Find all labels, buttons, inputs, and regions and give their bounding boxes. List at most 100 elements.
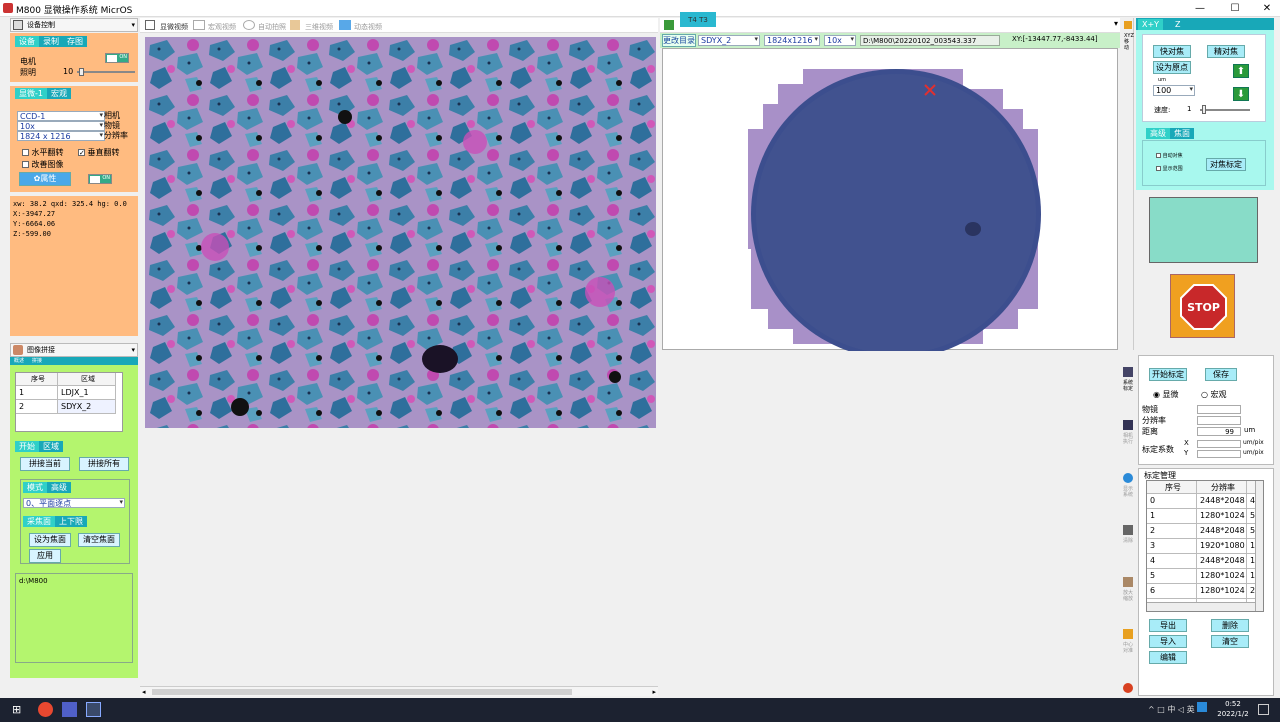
table-row-resolution[interactable]: 2448*2048 — [1197, 524, 1247, 539]
microscope-live-view[interactable] — [145, 37, 656, 428]
set-origin-button[interactable]: 设为原点 — [1153, 61, 1191, 74]
tray-app-icon[interactable] — [1197, 702, 1207, 712]
distance-field[interactable]: 99 — [1197, 427, 1241, 436]
properties-toggle[interactable]: ON — [88, 174, 112, 184]
side-item-clear[interactable]: 清除 — [1123, 538, 1133, 544]
windows-start-icon[interactable]: ⊞ — [12, 704, 24, 716]
table-row-resolution[interactable]: 2448*2048 — [1197, 554, 1247, 569]
coef-y-field[interactable] — [1197, 450, 1241, 458]
side-item-display[interactable]: 显示系统 — [1123, 486, 1133, 498]
browser-icon[interactable] — [38, 702, 53, 717]
side-item-camera-exec[interactable]: 相机执行 — [1123, 433, 1133, 445]
resolution-select[interactable]: 1824x1216 — [764, 35, 820, 46]
micros-task-icon[interactable] — [86, 702, 101, 717]
horizontal-scrollbar[interactable]: ◂ ▸ — [140, 686, 658, 696]
tab-device[interactable]: 设备 — [15, 36, 39, 47]
change-dir-button[interactable]: 更改目录 — [662, 34, 696, 47]
camera-exec-icon[interactable] — [1123, 420, 1133, 430]
table-row-region[interactable]: SDYX_2 — [58, 400, 116, 414]
side-item-center[interactable]: 中心对准 — [1123, 642, 1133, 654]
coef-x-field[interactable] — [1197, 440, 1241, 448]
toolbar-dynamic-video[interactable]: 动态视频 — [354, 22, 382, 32]
tab-mode[interactable]: 模式 — [23, 482, 47, 493]
table-row-region[interactable]: LDJX_1 — [58, 386, 116, 400]
tab-save-image[interactable]: 存图 — [63, 36, 87, 47]
overview-map[interactable] — [662, 48, 1118, 359]
auto-focus-checkbox[interactable]: 自动对焦 — [1156, 152, 1183, 159]
camera-select[interactable]: CCD-1 — [17, 111, 105, 121]
improve-image-checkbox[interactable]: 改善图像 — [22, 159, 64, 170]
delete-button[interactable]: 删除 — [1211, 619, 1249, 632]
objective-field[interactable] — [1197, 405, 1241, 414]
clear-focus-button[interactable]: 清空焦面 — [78, 533, 120, 547]
table-row-index[interactable]: 2 — [16, 400, 58, 414]
table-row-resolution[interactable]: 1280*1024 — [1197, 509, 1247, 524]
table-row-resolution[interactable]: 1280*1024 — [1197, 569, 1247, 584]
macro-radio[interactable]: ○ 宏观 — [1201, 389, 1227, 400]
tab-stitch[interactable]: 拼接 — [32, 357, 42, 364]
stitch-current-button[interactable]: 拼接当前 — [20, 457, 70, 471]
region-select[interactable]: SDYX_2 — [698, 35, 760, 46]
stop-button[interactable]: STOP — [1170, 274, 1235, 338]
table-row-index[interactable]: 5 — [1147, 569, 1197, 584]
motor-toggle[interactable]: ON — [105, 53, 129, 63]
tab-focus[interactable]: 焦面 — [1170, 128, 1194, 139]
maximize-button[interactable]: ☐ — [1220, 1, 1250, 16]
fast-focus-button[interactable]: 快对焦 — [1153, 45, 1191, 58]
tab-record[interactable]: 录制 — [39, 36, 63, 47]
table-row-index[interactable]: 2 — [1147, 524, 1197, 539]
properties-button[interactable]: ✿属性 — [19, 172, 71, 186]
table-horizontal-scrollbar[interactable] — [1147, 602, 1255, 611]
close-button[interactable]: ✕ — [1252, 1, 1280, 16]
tab-limits[interactable]: 上下限 — [55, 516, 87, 527]
tab-macro[interactable]: 宏观 — [46, 88, 71, 99]
table-row-index[interactable]: 4 — [1147, 554, 1197, 569]
show-range-checkbox[interactable]: 显示范围 — [1156, 165, 1183, 172]
toolbar-3d-video[interactable]: 三维视频 — [305, 22, 333, 32]
collapse-icon[interactable]: ▾ — [1114, 19, 1118, 28]
table-row-resolution[interactable]: 1920*1080 — [1197, 539, 1247, 554]
zoom-icon[interactable] — [1123, 577, 1133, 587]
tab-advanced[interactable]: 高级 — [47, 482, 71, 493]
arrow-up-icon[interactable]: ⬆ — [1233, 64, 1249, 78]
speed-slider-thumb[interactable] — [1202, 105, 1206, 114]
start-calibration-button[interactable]: 开始标定 — [1149, 368, 1187, 381]
edit-button[interactable]: 编辑 — [1149, 651, 1187, 664]
objective-select[interactable]: 10x — [824, 35, 856, 46]
light-slider[interactable] — [77, 71, 135, 73]
toolbar-micro-video[interactable]: 显微视频 — [160, 22, 188, 32]
tab-micro[interactable]: 显微-1 — [15, 88, 47, 99]
calibrate-icon[interactable] — [1123, 367, 1133, 377]
table-row-resolution[interactable]: 1280*1024 — [1197, 584, 1247, 599]
clear-icon[interactable] — [1123, 525, 1133, 535]
display-icon[interactable] — [1123, 473, 1133, 483]
tab-advanced[interactable]: 高级 — [1146, 128, 1170, 139]
tab-region[interactable]: 区域 — [39, 441, 63, 452]
table-row-index[interactable]: 3 — [1147, 539, 1197, 554]
tab-start[interactable]: 开始 — [15, 441, 39, 452]
clear-button[interactable]: 清空 — [1211, 635, 1249, 648]
scrollbar-thumb[interactable] — [152, 689, 572, 695]
step-input[interactable]: 100 — [1153, 85, 1195, 96]
toolbar-auto-capture[interactable]: 自动拍照 — [258, 22, 286, 32]
speed-icon[interactable] — [1123, 683, 1133, 693]
tab-overview[interactable]: 概述 — [14, 357, 24, 364]
table-row-resolution[interactable]: 2448*2048 — [1197, 494, 1247, 509]
minimize-button[interactable]: — — [1185, 1, 1215, 16]
focus-calibrate-button[interactable]: 对焦标定 — [1206, 158, 1246, 171]
micro-radio[interactable]: ◉ 显微 — [1153, 389, 1179, 400]
tab-z[interactable]: Z — [1171, 19, 1185, 30]
objective-select[interactable]: 10x — [17, 121, 105, 131]
flip-v-checkbox[interactable]: ✓ 垂直翻转 — [78, 147, 120, 158]
table-vertical-scrollbar[interactable] — [1255, 481, 1263, 611]
side-item-system-calib[interactable]: 系统标定 — [1123, 380, 1133, 392]
table-row-index[interactable]: 0 — [1147, 494, 1197, 509]
fine-focus-button[interactable]: 精对焦 — [1207, 45, 1245, 58]
resolution-select[interactable]: 1824 x 1216 — [17, 131, 105, 141]
apply-button[interactable]: 应用 — [29, 549, 61, 563]
stitch-all-button[interactable]: 拼接所有 — [79, 457, 129, 471]
arrow-down-icon[interactable]: ⬇ — [1233, 87, 1249, 101]
notification-icon[interactable] — [1258, 704, 1269, 715]
save-button[interactable]: 保存 — [1205, 368, 1237, 381]
app-icon[interactable] — [62, 702, 77, 717]
